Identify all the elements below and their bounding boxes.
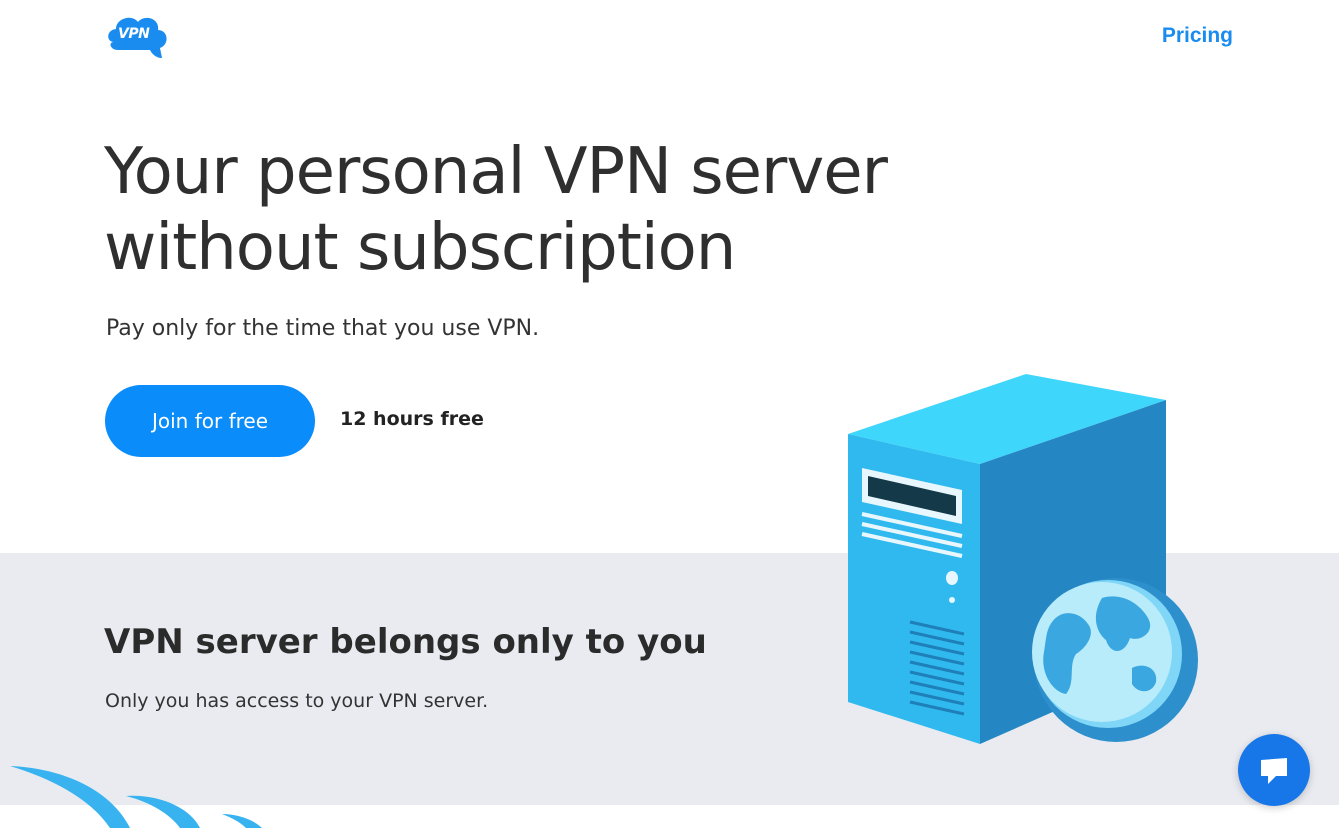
join-for-free-button[interactable]: Join for free [105, 385, 315, 457]
logo-text: VPN [118, 26, 150, 42]
feature-title: VPN server belongs only to you [104, 622, 707, 662]
chat-bubble-icon [1261, 758, 1287, 784]
wave-decoration [0, 748, 300, 828]
nav-pricing-link[interactable]: Pricing [1162, 24, 1233, 48]
header: VPN Pricing [0, 0, 1339, 80]
chat-widget-button[interactable] [1238, 734, 1310, 806]
feature-text: Only you has access to your VPN server. [105, 690, 489, 712]
free-hours-note: 12 hours free [340, 408, 484, 430]
vpn-logo[interactable]: VPN [104, 12, 172, 62]
server-illustration [840, 372, 1210, 752]
hero-subtitle: Pay only for the time that you use VPN. [106, 316, 540, 341]
wave-icon [10, 766, 262, 828]
server-globe-icon [848, 374, 1198, 744]
hero-title: Your personal VPN server without subscri… [104, 135, 888, 285]
